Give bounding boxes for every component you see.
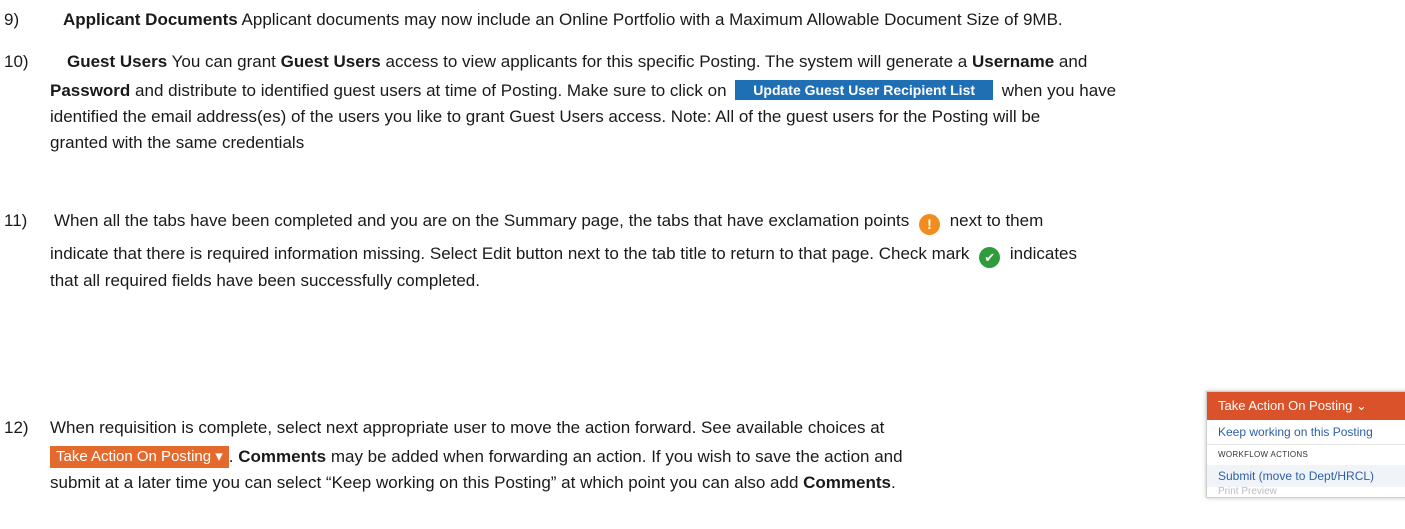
item-number: 10) [4,52,29,71]
item-heading: Applicant Documents [63,10,238,29]
keep-working-menu-item[interactable]: Keep working on this Posting [1207,420,1405,445]
item-number: 11) [4,211,28,230]
item-text: When requisition is complete, select nex… [50,418,885,437]
workflow-actions-heading: WORKFLOW ACTIONS [1218,450,1309,459]
take-action-menu-thumbnail: Take Action On Posting ⌄ Keep working on… [1206,391,1405,498]
update-guest-user-recipient-list-button[interactable]: Update Guest User Recipient List [735,80,994,100]
item-text: Applicant Documents Applicant documents … [63,10,1063,29]
print-preview-menu-item: Print Preview [1218,486,1277,497]
item-number: 12) [4,418,29,437]
submit-menu-item[interactable]: Submit (move to Dept/HRCL) [1207,465,1405,487]
item-text: Guest Users You can grant Guest Users ac… [67,52,1088,71]
take-action-on-posting-button[interactable]: Take Action On Posting ▾ [50,446,229,468]
item-number: 9) [4,10,20,29]
check-circle-icon: ✔ [979,247,1001,268]
chevron-down-icon: ⌄ [1356,398,1367,413]
item-text: When all the tabs have been completed an… [54,208,1405,235]
exclamation-circle-icon: ! [918,214,940,235]
take-action-menu-header[interactable]: Take Action On Posting ⌄ [1207,392,1405,420]
caret-down-icon: ▾ [215,448,223,465]
